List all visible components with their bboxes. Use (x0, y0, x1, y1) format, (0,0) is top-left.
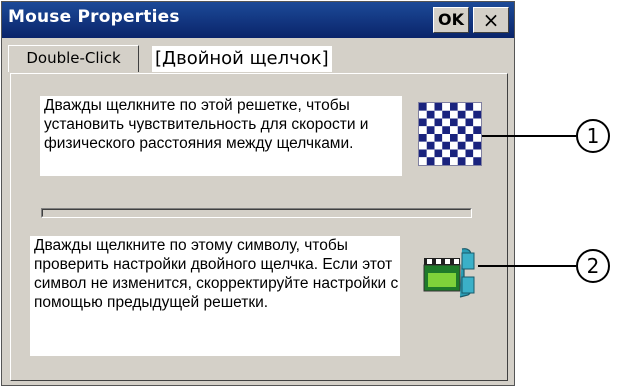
checker-cell (434, 157, 443, 165)
callout-2: 2 (586, 254, 600, 278)
checker-cell (419, 149, 427, 158)
checker-cell (426, 157, 435, 165)
ok-button[interactable]: OK (433, 7, 469, 33)
checker-cell (450, 118, 458, 127)
checker-cell (426, 110, 435, 119)
tab-translation-annotation: [Двойной щелчок] (152, 46, 332, 72)
checker-cell (450, 149, 458, 158)
checker-cell (450, 126, 458, 134)
checker-cell (473, 134, 481, 142)
checker-cell (442, 149, 450, 158)
checker-cell (426, 118, 435, 127)
checker-cell (434, 134, 443, 142)
checker-cell (419, 141, 427, 150)
checker-cell (473, 103, 481, 111)
checker-cell (473, 157, 481, 165)
checker-cell (450, 103, 458, 111)
callout-1: 1 (586, 124, 600, 148)
checker-cell (465, 157, 474, 165)
checker-cell (426, 141, 435, 150)
checker-cell (457, 141, 466, 150)
checker-cell (442, 141, 450, 150)
checker-cell (450, 134, 458, 142)
checker-cell (450, 157, 458, 165)
checker-cell (473, 141, 481, 150)
checker-cell (457, 110, 466, 119)
checker-cell (442, 157, 450, 165)
checker-cell (434, 149, 443, 158)
checker-cell (465, 126, 474, 134)
checker-cell (465, 110, 474, 119)
checker-cell (426, 149, 435, 158)
tab-double-click[interactable]: Double-Click (8, 45, 139, 72)
checker-cell (434, 110, 443, 119)
checker-cell (473, 110, 481, 119)
checker-cell (442, 110, 450, 119)
checker-cell (426, 103, 435, 111)
close-button[interactable]: × (473, 7, 509, 33)
checker-cell (473, 118, 481, 127)
checker-cell (419, 126, 427, 134)
checker-cell (434, 126, 443, 134)
checker-cell (457, 118, 466, 127)
checker-cell (450, 110, 458, 119)
checker-cell (442, 126, 450, 134)
checker-cell (442, 134, 450, 142)
checker-cell (419, 118, 427, 127)
grid-instructions: Дважды щелкните по этой решетке, чтобы у… (40, 96, 402, 176)
checker-cell (457, 157, 466, 165)
checker-cell (434, 103, 443, 111)
window-title: Mouse Properties (8, 7, 180, 27)
checker-cell (457, 103, 466, 111)
checker-cell (419, 110, 427, 119)
checker-cell (442, 118, 450, 127)
checker-cell (426, 126, 435, 134)
checkerboard-grid[interactable] (418, 102, 482, 166)
title-bar: Mouse Properties OK × (2, 2, 514, 38)
checker-cell (473, 126, 481, 134)
checker-cell (465, 149, 474, 158)
checker-cell (465, 118, 474, 127)
checker-cell (419, 103, 427, 111)
test-instructions: Дважды щелкните по этому символу, чтобы … (30, 236, 400, 356)
checker-cell (442, 103, 450, 111)
checker-cell (419, 157, 427, 165)
checker-cell (465, 103, 474, 111)
checker-cell (465, 141, 474, 150)
checker-cell (465, 134, 474, 142)
clapperboard-test-icon[interactable] (418, 243, 478, 301)
checker-cell (434, 118, 443, 127)
checker-cell (419, 134, 427, 142)
checker-cell (473, 149, 481, 158)
checker-cell (457, 126, 466, 134)
checker-cell (450, 141, 458, 150)
checker-cell (434, 141, 443, 150)
separator-line (41, 208, 472, 218)
checker-cell (426, 134, 435, 142)
checker-cell (457, 134, 466, 142)
checker-cell (457, 149, 466, 158)
